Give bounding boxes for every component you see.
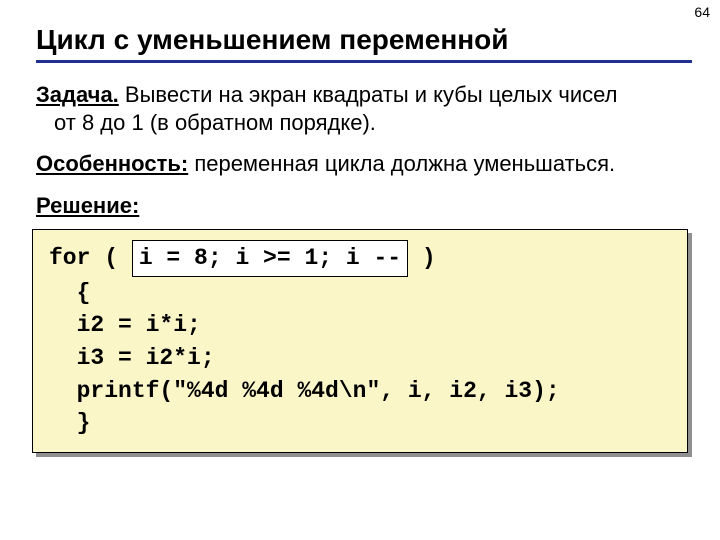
code-for-keyword: for ( [49,245,132,271]
task-paragraph: Задача. Вывести на экран квадраты и кубы… [36,81,692,136]
code-line-2: { [49,280,90,306]
code-line-5: printf("%4d %4d %4d\n", i, i2, i3); [49,378,560,404]
feature-label: Особенность: [36,151,188,176]
code-block: for ( i = 8; i >= 1; i -- ) { i2 = i*i; … [32,229,688,453]
solution-label-line: Решение: [36,192,692,220]
solution-label: Решение: [36,193,139,218]
slide-title: Цикл с уменьшением переменной [36,24,692,56]
task-text-2: от 8 до 1 (в обратном порядке). [36,110,376,135]
page-number: 64 [694,4,710,20]
feature-paragraph: Особенность: переменная цикла должна уме… [36,150,692,178]
task-text-1: Вывести на экран квадраты и кубы целых ч… [119,82,618,107]
title-underline [36,60,692,63]
code-line-6: } [49,410,90,436]
feature-text: переменная цикла должна уменьшаться. [188,151,615,176]
code-shadow: for ( i = 8; i >= 1; i -- ) { i2 = i*i; … [36,233,692,457]
code-line-3: i2 = i*i; [49,312,201,338]
task-label: Задача. [36,82,119,107]
code-line-4: i3 = i2*i; [49,345,215,371]
code-for-end: ) [408,245,436,271]
code-highlight-loop-header: i = 8; i >= 1; i -- [132,240,408,277]
